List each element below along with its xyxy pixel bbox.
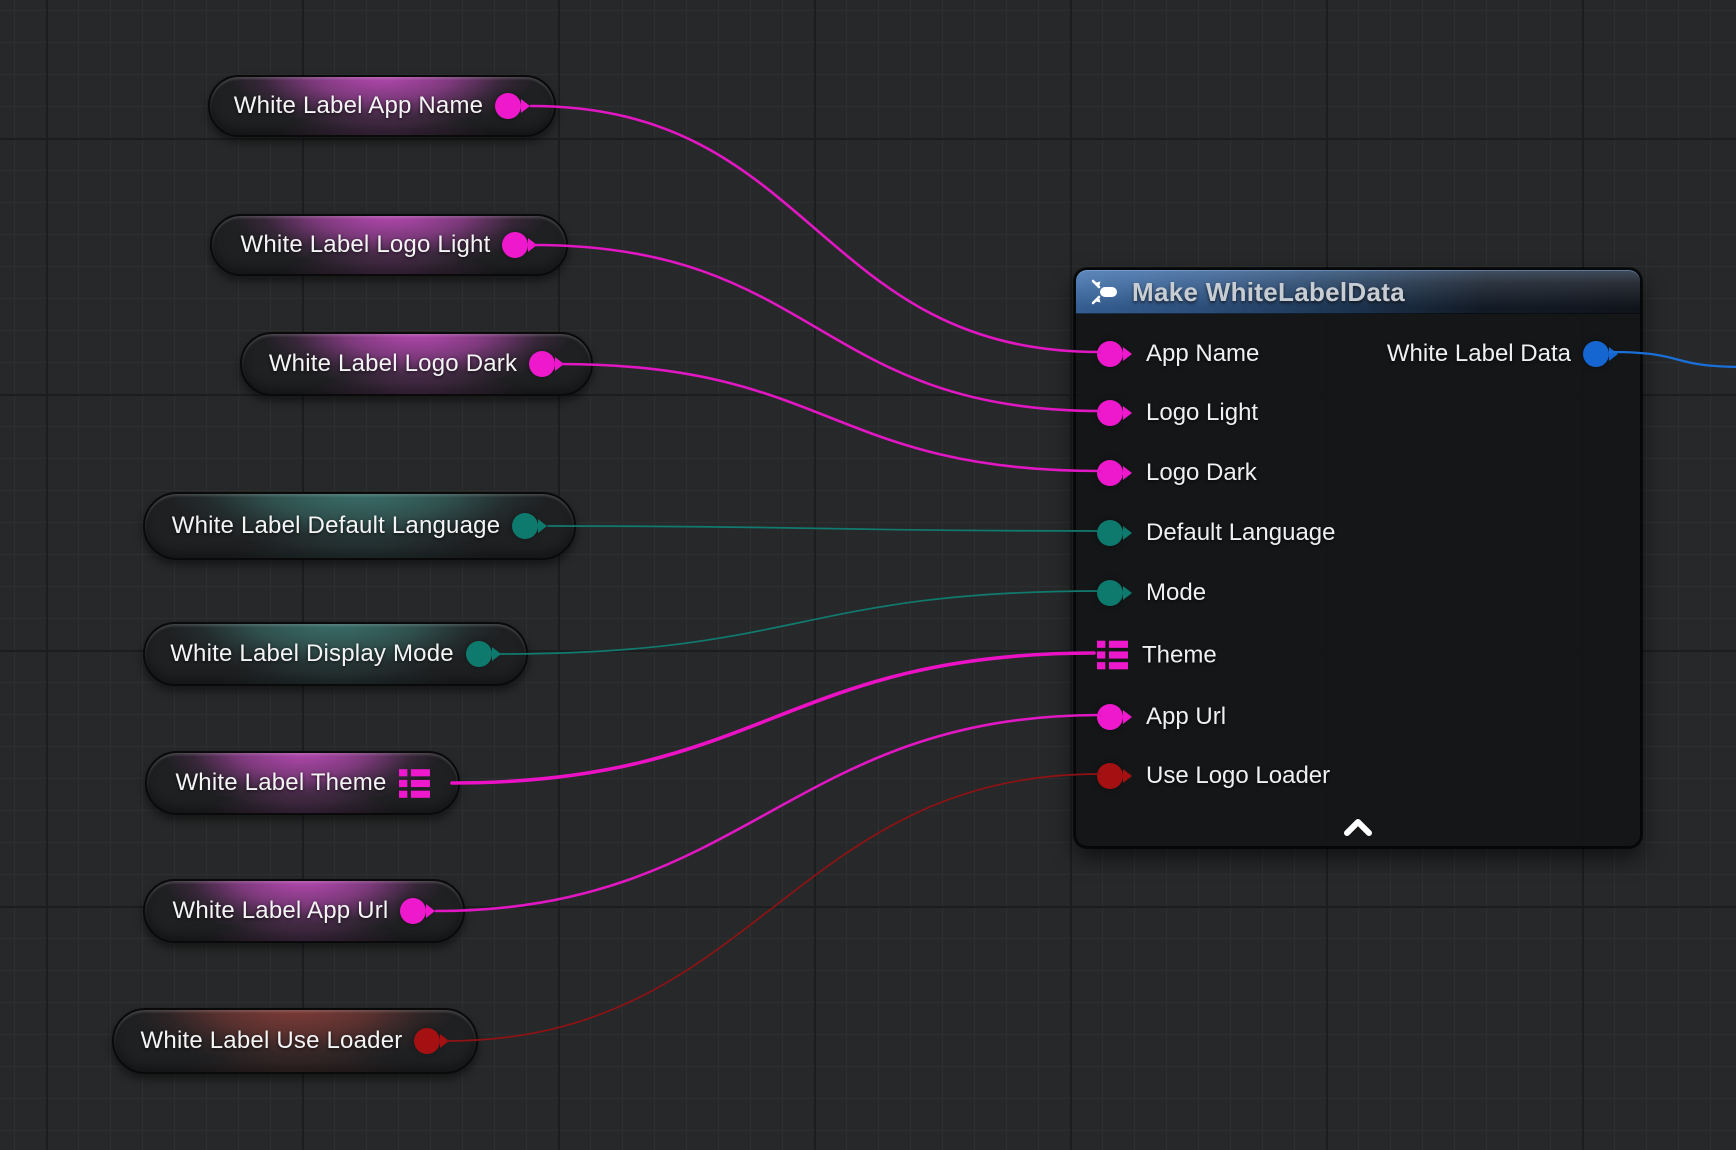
input-pin-label: Use Logo Loader [1146, 762, 1330, 790]
pin-dot [414, 1028, 440, 1054]
connection-wire[interactable] [436, 715, 1100, 911]
pin-arrow [1123, 769, 1132, 783]
variable-node-label: White Label App Name [234, 92, 483, 120]
input-row-mode: Mode [1097, 579, 1206, 607]
connection-wire[interactable] [446, 774, 1100, 1041]
white-label-logo-light-output-pin[interactable] [502, 232, 537, 258]
connection-wire[interactable] [534, 245, 1100, 411]
pin-dot [1097, 580, 1123, 606]
make-struct-icon [1090, 277, 1120, 307]
input-row-logo-dark: Logo Dark [1097, 459, 1257, 487]
variable-node-white-label-use-loader[interactable]: White Label Use Loader [112, 1008, 478, 1074]
pin-arrow [555, 357, 564, 371]
white-label-default-language-output-pin[interactable] [512, 513, 547, 539]
pin-dot [529, 351, 555, 377]
pin-arrow [1123, 406, 1132, 420]
variable-node-white-label-logo-light[interactable]: White Label Logo Light [210, 214, 568, 276]
connection-wire[interactable] [560, 364, 1100, 471]
input-row-use-logo-loader: Use Logo Loader [1097, 762, 1330, 790]
connection-wire[interactable] [531, 106, 1100, 352]
variable-node-label: White Label Logo Light [241, 231, 491, 259]
white-label-logo-dark-output-pin[interactable] [529, 351, 564, 377]
pin-dot [400, 898, 426, 924]
default-language-input-pin[interactable] [1097, 520, 1132, 546]
connection-wire[interactable] [500, 591, 1100, 654]
make-node-title: Make WhiteLabelData [1132, 277, 1405, 308]
input-pin-label: App Name [1146, 340, 1259, 368]
white-label-theme-output-struct-pin[interactable] [399, 768, 430, 799]
blueprint-graph-canvas[interactable]: White Label App Name White Label Logo Lig… [0, 0, 1736, 1150]
input-row-app-name: App Name [1097, 340, 1259, 368]
pin-arrow [1123, 586, 1132, 600]
variable-node-white-label-display-mode[interactable]: White Label Display Mode [143, 622, 528, 686]
output-pin-label: White Label Data [1387, 340, 1571, 368]
input-row-default-language: Default Language [1097, 519, 1336, 547]
pin-arrow [528, 238, 537, 252]
pin-dot [512, 513, 538, 539]
collapse-pins-chevron-button[interactable] [1336, 814, 1380, 844]
app-url-input-pin[interactable] [1097, 704, 1132, 730]
pin-arrow [1123, 710, 1132, 724]
variable-node-white-label-app-url[interactable]: White Label App Url [143, 879, 465, 943]
chevron-up-icon [1341, 817, 1375, 842]
variable-node-label: White Label App Url [173, 897, 389, 925]
variable-node-label: White Label Logo Dark [269, 350, 517, 378]
input-row-theme: Theme [1097, 640, 1217, 671]
pin-arrow [538, 519, 547, 533]
input-pin-label: Logo Light [1146, 399, 1258, 427]
variable-node-white-label-app-name[interactable]: White Label App Name [208, 75, 556, 137]
variable-node-white-label-default-language[interactable]: White Label Default Language [143, 492, 576, 560]
variable-node-label: White Label Display Mode [170, 640, 454, 668]
connection-wire[interactable] [452, 653, 1094, 783]
use-logo-loader-input-pin[interactable] [1097, 763, 1132, 789]
variable-node-white-label-theme[interactable]: White Label Theme [145, 751, 460, 815]
app-name-input-pin[interactable] [1097, 341, 1132, 367]
variable-node-label: White Label Theme [175, 769, 386, 797]
variable-node-white-label-logo-dark[interactable]: White Label Logo Dark [240, 332, 593, 396]
pin-dot [1097, 341, 1123, 367]
pin-dot [1097, 400, 1123, 426]
variable-node-label: White Label Use Loader [141, 1027, 403, 1055]
input-pin-label: Logo Dark [1146, 459, 1257, 487]
logo-dark-input-pin[interactable] [1097, 460, 1132, 486]
theme-input-struct-pin[interactable] [1097, 640, 1128, 671]
pin-dot [1097, 704, 1123, 730]
input-pin-label: Mode [1146, 579, 1206, 607]
pin-dot [466, 641, 492, 667]
pin-arrow [521, 99, 530, 113]
pin-arrow [426, 904, 435, 918]
pin-arrow [1609, 347, 1618, 361]
connection-wire[interactable] [548, 526, 1100, 531]
pin-arrow [492, 647, 501, 661]
pin-dot [1097, 520, 1123, 546]
pin-dot [1583, 341, 1609, 367]
make-node-header[interactable]: Make WhiteLabelData [1076, 270, 1640, 314]
white-label-use-loader-output-pin[interactable] [414, 1028, 449, 1054]
mode-input-pin[interactable] [1097, 580, 1132, 606]
pin-arrow [1123, 466, 1132, 480]
pin-arrow [1123, 526, 1132, 540]
variable-node-label: White Label Default Language [172, 512, 501, 540]
pin-dot [1097, 763, 1123, 789]
logo-light-input-pin[interactable] [1097, 400, 1132, 426]
white-label-display-mode-output-pin[interactable] [466, 641, 501, 667]
white-label-app-url-output-pin[interactable] [400, 898, 435, 924]
input-row-logo-light: Logo Light [1097, 399, 1258, 427]
pin-dot [502, 232, 528, 258]
input-row-app-url: App Url [1097, 703, 1226, 731]
pin-arrow [440, 1034, 449, 1048]
make-whitelabeldata-node[interactable]: Make WhiteLabelData App Name Logo Light Lo… [1074, 268, 1642, 848]
white-label-data-output-pin[interactable] [1583, 341, 1618, 367]
pin-dot [1097, 460, 1123, 486]
input-pin-label: Default Language [1146, 519, 1336, 547]
white-label-app-name-output-pin[interactable] [495, 93, 530, 119]
make-node-output-row: White Label Data [1387, 340, 1618, 368]
pin-dot [495, 93, 521, 119]
input-pin-label: Theme [1142, 641, 1217, 669]
input-pin-label: App Url [1146, 703, 1226, 731]
pin-arrow [1123, 347, 1132, 361]
